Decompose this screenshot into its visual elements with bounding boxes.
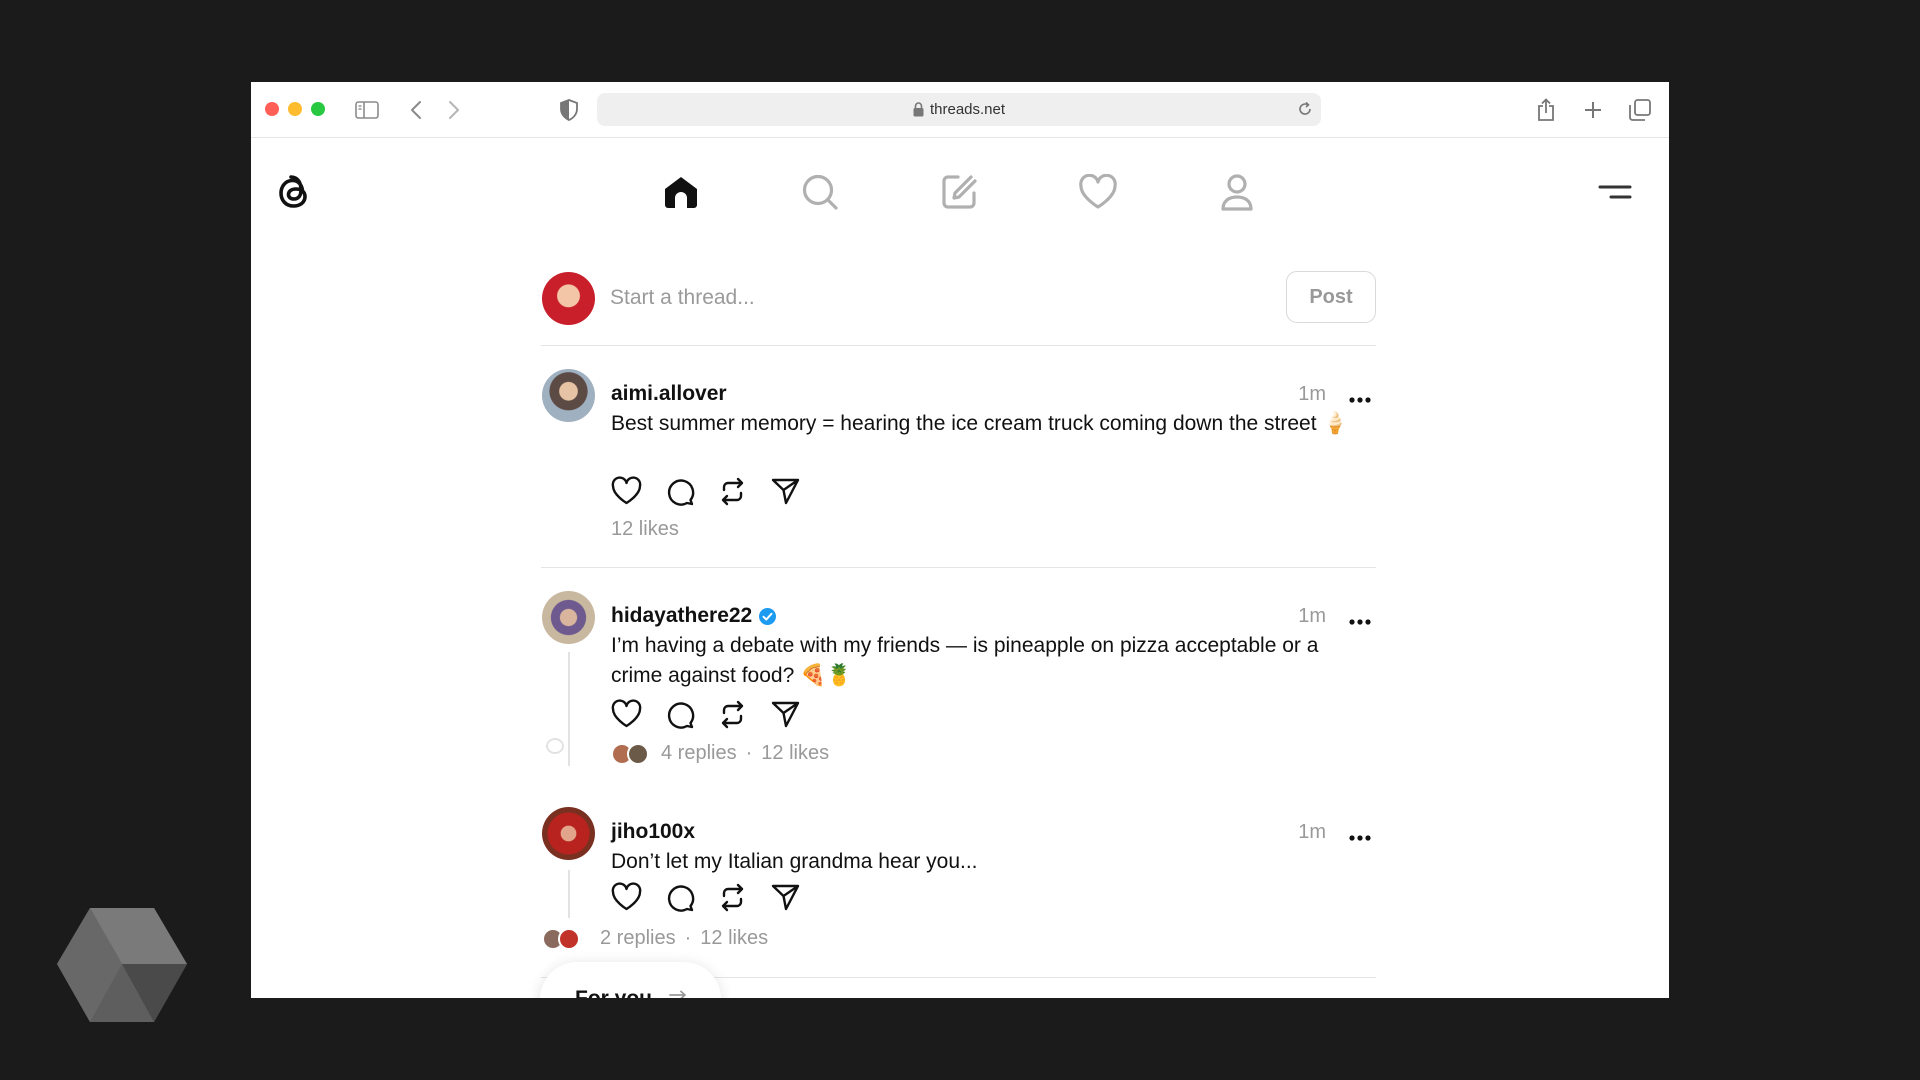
url-text: threads.net bbox=[929, 101, 1006, 118]
avatar[interactable] bbox=[542, 591, 595, 644]
post-text: I’m having a debate with my friends — is… bbox=[611, 634, 1319, 687]
separator: · bbox=[684, 927, 692, 949]
post: jiho100x 1m Don’t let my Italian grandma… bbox=[541, 790, 1376, 990]
close-window-button[interactable] bbox=[265, 102, 279, 116]
minimize-window-button[interactable] bbox=[288, 102, 302, 116]
repost-icon[interactable] bbox=[717, 476, 748, 507]
verified-badge-icon bbox=[758, 607, 777, 626]
reply-avatar bbox=[558, 927, 580, 950]
reply-icon[interactable] bbox=[664, 699, 695, 730]
forward-icon[interactable] bbox=[440, 96, 468, 124]
share-icon[interactable] bbox=[770, 699, 801, 730]
reload-icon[interactable] bbox=[1297, 101, 1313, 121]
post-username[interactable]: jiho100x bbox=[611, 820, 695, 844]
lock-icon bbox=[913, 102, 924, 117]
post-meta: 4 replies · 12 likes bbox=[611, 742, 829, 765]
more-icon[interactable] bbox=[1348, 829, 1372, 841]
browser-toolbar: threads.net bbox=[251, 82, 1669, 138]
feed-switcher-button[interactable]: For you bbox=[540, 962, 721, 998]
like-icon[interactable] bbox=[611, 882, 642, 913]
share-icon[interactable] bbox=[770, 476, 801, 507]
post-time: 1m bbox=[1298, 605, 1326, 627]
cube-logo-icon bbox=[55, 906, 189, 1024]
repost-icon[interactable] bbox=[717, 699, 748, 730]
post-username[interactable]: hidayathere22 bbox=[611, 604, 777, 628]
thread-line bbox=[568, 652, 570, 766]
search-icon[interactable] bbox=[798, 170, 842, 214]
address-bar[interactable]: threads.net bbox=[597, 93, 1321, 126]
reply-avatar bbox=[627, 742, 649, 765]
like-icon[interactable] bbox=[611, 476, 642, 507]
avatar[interactable] bbox=[542, 807, 595, 860]
separator: · bbox=[745, 742, 753, 764]
post: aimi.allover 1m Best summer memory = hea… bbox=[541, 346, 1376, 568]
reply-icon[interactable] bbox=[664, 882, 695, 913]
thread-line bbox=[568, 870, 570, 918]
privacy-shield-icon[interactable] bbox=[555, 96, 583, 124]
home-icon[interactable] bbox=[659, 170, 703, 214]
more-icon[interactable] bbox=[1348, 391, 1372, 403]
post-actions bbox=[611, 882, 801, 913]
tab-overview-icon[interactable] bbox=[1626, 96, 1654, 124]
threads-logo-icon[interactable] bbox=[269, 168, 317, 216]
start-thread-input[interactable]: Start a thread... bbox=[610, 286, 755, 310]
post-time: 1m bbox=[1298, 821, 1326, 843]
composer: Start a thread... Post bbox=[541, 268, 1376, 346]
back-icon[interactable] bbox=[402, 96, 430, 124]
post-username[interactable]: aimi.allover bbox=[611, 382, 727, 406]
feed-switcher-label: For you bbox=[575, 987, 652, 998]
reply-icon[interactable] bbox=[664, 476, 695, 507]
likes-count[interactable]: 12 likes bbox=[761, 742, 829, 765]
like-icon[interactable] bbox=[611, 699, 642, 730]
sidebar-toggle-icon[interactable] bbox=[353, 96, 381, 124]
browser-window: threads.net Start a thread... Post aimi.… bbox=[251, 82, 1669, 998]
post-text: Don’t let my Italian grandma hear you... bbox=[611, 850, 978, 873]
thread-dot bbox=[546, 738, 564, 754]
post-actions bbox=[611, 476, 801, 507]
post: hidayathere22 1m I’m having a debate wit… bbox=[541, 568, 1376, 790]
likes-count[interactable]: 12 likes bbox=[700, 927, 768, 950]
heart-icon[interactable] bbox=[1076, 170, 1120, 214]
menu-icon[interactable] bbox=[1597, 178, 1635, 206]
post-time: 1m bbox=[1298, 383, 1326, 405]
avatar[interactable] bbox=[542, 369, 595, 422]
repost-icon[interactable] bbox=[717, 882, 748, 913]
replies-count[interactable]: 4 replies bbox=[661, 742, 737, 765]
new-tab-icon[interactable] bbox=[1579, 96, 1607, 124]
share-icon[interactable] bbox=[770, 882, 801, 913]
post-meta: 2 replies · 12 likes bbox=[542, 927, 768, 950]
my-avatar[interactable] bbox=[542, 272, 595, 325]
feed: Start a thread... Post aimi.allover 1m B… bbox=[541, 268, 1376, 978]
post-meta: 12 likes bbox=[611, 518, 679, 541]
post-actions bbox=[611, 699, 801, 730]
maximize-window-button[interactable] bbox=[311, 102, 325, 116]
compose-icon[interactable] bbox=[937, 170, 981, 214]
post-text: Best summer memory = hearing the ice cre… bbox=[611, 412, 1349, 435]
replies-count[interactable]: 2 replies bbox=[600, 927, 676, 950]
profile-icon[interactable] bbox=[1215, 170, 1259, 214]
likes-count[interactable]: 12 likes bbox=[611, 518, 679, 541]
more-icon[interactable] bbox=[1348, 613, 1372, 625]
post-button[interactable]: Post bbox=[1286, 271, 1376, 323]
share-page-icon[interactable] bbox=[1532, 96, 1560, 124]
swap-icon bbox=[668, 990, 688, 998]
